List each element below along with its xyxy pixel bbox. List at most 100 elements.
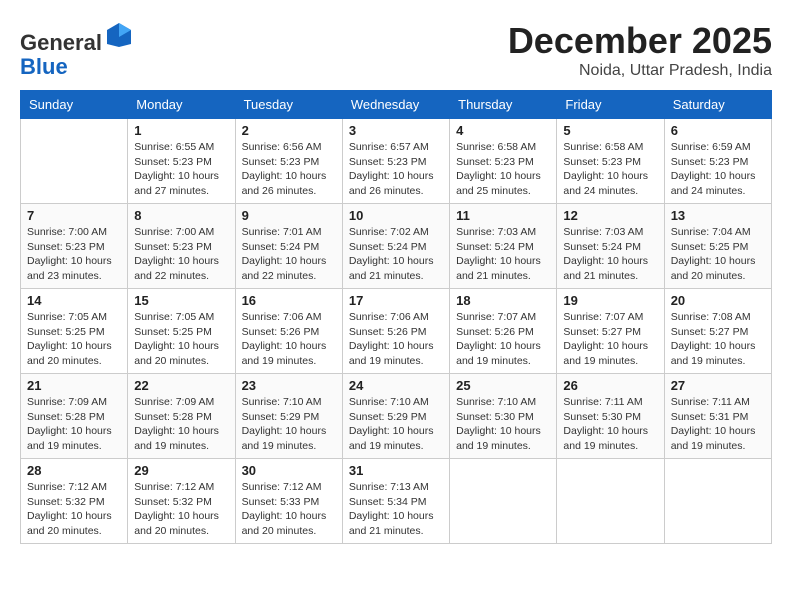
day-number: 12	[563, 208, 657, 223]
day-number: 27	[671, 378, 765, 393]
day-number: 29	[134, 463, 228, 478]
month-title: December 2025	[508, 20, 772, 62]
calendar-cell: 29 Sunrise: 7:12 AM Sunset: 5:32 PM Dayli…	[128, 459, 235, 544]
calendar-week-row: 21 Sunrise: 7:09 AM Sunset: 5:28 PM Dayli…	[21, 374, 772, 459]
day-number: 20	[671, 293, 765, 308]
day-info: Sunrise: 7:10 AM Sunset: 5:29 PM Dayligh…	[349, 395, 443, 454]
weekday-header-tuesday: Tuesday	[235, 91, 342, 119]
calendar-cell: 17 Sunrise: 7:06 AM Sunset: 5:26 PM Dayli…	[342, 289, 449, 374]
day-info: Sunrise: 7:00 AM Sunset: 5:23 PM Dayligh…	[27, 225, 121, 284]
day-number: 7	[27, 208, 121, 223]
weekday-header-monday: Monday	[128, 91, 235, 119]
day-info: Sunrise: 7:03 AM Sunset: 5:24 PM Dayligh…	[563, 225, 657, 284]
logo-blue-text: Blue	[20, 54, 68, 79]
logo-general-text: General	[20, 30, 102, 55]
calendar-cell: 30 Sunrise: 7:12 AM Sunset: 5:33 PM Dayli…	[235, 459, 342, 544]
calendar-cell: 22 Sunrise: 7:09 AM Sunset: 5:28 PM Dayli…	[128, 374, 235, 459]
calendar-cell: 9 Sunrise: 7:01 AM Sunset: 5:24 PM Daylig…	[235, 204, 342, 289]
calendar-cell: 16Sunrise: 7:06 AM Sunset: 5:26 PM Dayli…	[235, 289, 342, 374]
calendar-cell: 19 Sunrise: 7:07 AM Sunset: 5:27 PM Dayli…	[557, 289, 664, 374]
day-number: 9	[242, 208, 336, 223]
day-number: 19	[563, 293, 657, 308]
calendar-cell: 18 Sunrise: 7:07 AM Sunset: 5:26 PM Dayli…	[450, 289, 557, 374]
day-number: 13	[671, 208, 765, 223]
weekday-header-thursday: Thursday	[450, 91, 557, 119]
weekday-header-saturday: Saturday	[664, 91, 771, 119]
calendar-week-row: 28 Sunrise: 7:12 AM Sunset: 5:32 PM Dayli…	[21, 459, 772, 544]
calendar-week-row: 7 Sunrise: 7:00 AM Sunset: 5:23 PM Daylig…	[21, 204, 772, 289]
day-number: 25	[456, 378, 550, 393]
day-number: 10	[349, 208, 443, 223]
day-info: Sunrise: 6:58 AM Sunset: 5:23 PM Dayligh…	[563, 140, 657, 199]
calendar-week-row: 14Sunrise: 7:05 AM Sunset: 5:25 PM Dayli…	[21, 289, 772, 374]
calendar-cell: 15 Sunrise: 7:05 AM Sunset: 5:25 PM Dayli…	[128, 289, 235, 374]
location-text: Noida, Uttar Pradesh, India	[508, 62, 772, 80]
day-number: 15	[134, 293, 228, 308]
day-info: Sunrise: 7:09 AM Sunset: 5:28 PM Dayligh…	[27, 395, 121, 454]
day-info: Sunrise: 7:12 AM Sunset: 5:32 PM Dayligh…	[27, 480, 121, 539]
calendar-cell	[664, 459, 771, 544]
calendar-cell	[21, 119, 128, 204]
calendar-cell: 7 Sunrise: 7:00 AM Sunset: 5:23 PM Daylig…	[21, 204, 128, 289]
calendar-cell: 23Sunrise: 7:10 AM Sunset: 5:29 PM Dayli…	[235, 374, 342, 459]
calendar-cell: 6 Sunrise: 6:59 AM Sunset: 5:23 PM Daylig…	[664, 119, 771, 204]
day-info: Sunrise: 7:12 AM Sunset: 5:33 PM Dayligh…	[242, 480, 336, 539]
calendar-cell: 5 Sunrise: 6:58 AM Sunset: 5:23 PM Daylig…	[557, 119, 664, 204]
day-number: 3	[349, 123, 443, 138]
day-info: Sunrise: 7:05 AM Sunset: 5:25 PM Dayligh…	[134, 310, 228, 369]
day-info: Sunrise: 7:10 AM Sunset: 5:30 PM Dayligh…	[456, 395, 550, 454]
day-info: Sunrise: 7:04 AM Sunset: 5:25 PM Dayligh…	[671, 225, 765, 284]
day-info: Sunrise: 7:06 AM Sunset: 5:26 PM Dayligh…	[349, 310, 443, 369]
day-info: Sunrise: 6:55 AM Sunset: 5:23 PM Dayligh…	[134, 140, 228, 199]
day-info: Sunrise: 7:12 AM Sunset: 5:32 PM Dayligh…	[134, 480, 228, 539]
logo: General Blue	[20, 20, 134, 79]
calendar-cell: 27Sunrise: 7:11 AM Sunset: 5:31 PM Dayli…	[664, 374, 771, 459]
calendar-cell: 25 Sunrise: 7:10 AM Sunset: 5:30 PM Dayli…	[450, 374, 557, 459]
calendar-cell: 4 Sunrise: 6:58 AM Sunset: 5:23 PM Daylig…	[450, 119, 557, 204]
day-number: 4	[456, 123, 550, 138]
day-number: 17	[349, 293, 443, 308]
day-info: Sunrise: 7:01 AM Sunset: 5:24 PM Dayligh…	[242, 225, 336, 284]
logo-icon	[104, 20, 134, 50]
day-info: Sunrise: 7:07 AM Sunset: 5:27 PM Dayligh…	[563, 310, 657, 369]
calendar-cell	[557, 459, 664, 544]
day-info: Sunrise: 6:59 AM Sunset: 5:23 PM Dayligh…	[671, 140, 765, 199]
day-number: 21	[27, 378, 121, 393]
day-info: Sunrise: 7:02 AM Sunset: 5:24 PM Dayligh…	[349, 225, 443, 284]
calendar-cell: 20Sunrise: 7:08 AM Sunset: 5:27 PM Dayli…	[664, 289, 771, 374]
day-number: 16	[242, 293, 336, 308]
calendar-cell: 28 Sunrise: 7:12 AM Sunset: 5:32 PM Dayli…	[21, 459, 128, 544]
calendar-cell: 14Sunrise: 7:05 AM Sunset: 5:25 PM Dayli…	[21, 289, 128, 374]
day-info: Sunrise: 7:11 AM Sunset: 5:30 PM Dayligh…	[563, 395, 657, 454]
weekday-header-friday: Friday	[557, 91, 664, 119]
calendar-table: SundayMondayTuesdayWednesdayThursdayFrid…	[20, 90, 772, 544]
calendar-cell: 31 Sunrise: 7:13 AM Sunset: 5:34 PM Dayli…	[342, 459, 449, 544]
day-number: 5	[563, 123, 657, 138]
calendar-cell: 26 Sunrise: 7:11 AM Sunset: 5:30 PM Dayli…	[557, 374, 664, 459]
day-number: 30	[242, 463, 336, 478]
day-number: 6	[671, 123, 765, 138]
day-info: Sunrise: 7:05 AM Sunset: 5:25 PM Dayligh…	[27, 310, 121, 369]
calendar-cell: 2Sunrise: 6:56 AM Sunset: 5:23 PM Daylig…	[235, 119, 342, 204]
calendar-cell: 11Sunrise: 7:03 AM Sunset: 5:24 PM Dayli…	[450, 204, 557, 289]
calendar-cell: 8Sunrise: 7:00 AM Sunset: 5:23 PM Daylig…	[128, 204, 235, 289]
calendar-cell: 13 Sunrise: 7:04 AM Sunset: 5:25 PM Dayli…	[664, 204, 771, 289]
day-number: 31	[349, 463, 443, 478]
calendar-cell: 3 Sunrise: 6:57 AM Sunset: 5:23 PM Daylig…	[342, 119, 449, 204]
day-number: 18	[456, 293, 550, 308]
day-number: 23	[242, 378, 336, 393]
day-number: 22	[134, 378, 228, 393]
calendar-cell: 21 Sunrise: 7:09 AM Sunset: 5:28 PM Dayli…	[21, 374, 128, 459]
day-number: 28	[27, 463, 121, 478]
day-info: Sunrise: 6:57 AM Sunset: 5:23 PM Dayligh…	[349, 140, 443, 199]
weekday-header-wednesday: Wednesday	[342, 91, 449, 119]
calendar-cell: 12 Sunrise: 7:03 AM Sunset: 5:24 PM Dayli…	[557, 204, 664, 289]
day-info: Sunrise: 7:09 AM Sunset: 5:28 PM Dayligh…	[134, 395, 228, 454]
day-info: Sunrise: 7:07 AM Sunset: 5:26 PM Dayligh…	[456, 310, 550, 369]
day-info: Sunrise: 7:13 AM Sunset: 5:34 PM Dayligh…	[349, 480, 443, 539]
day-info: Sunrise: 6:58 AM Sunset: 5:23 PM Dayligh…	[456, 140, 550, 199]
day-number: 11	[456, 208, 550, 223]
day-number: 8	[134, 208, 228, 223]
day-number: 24	[349, 378, 443, 393]
day-number: 26	[563, 378, 657, 393]
